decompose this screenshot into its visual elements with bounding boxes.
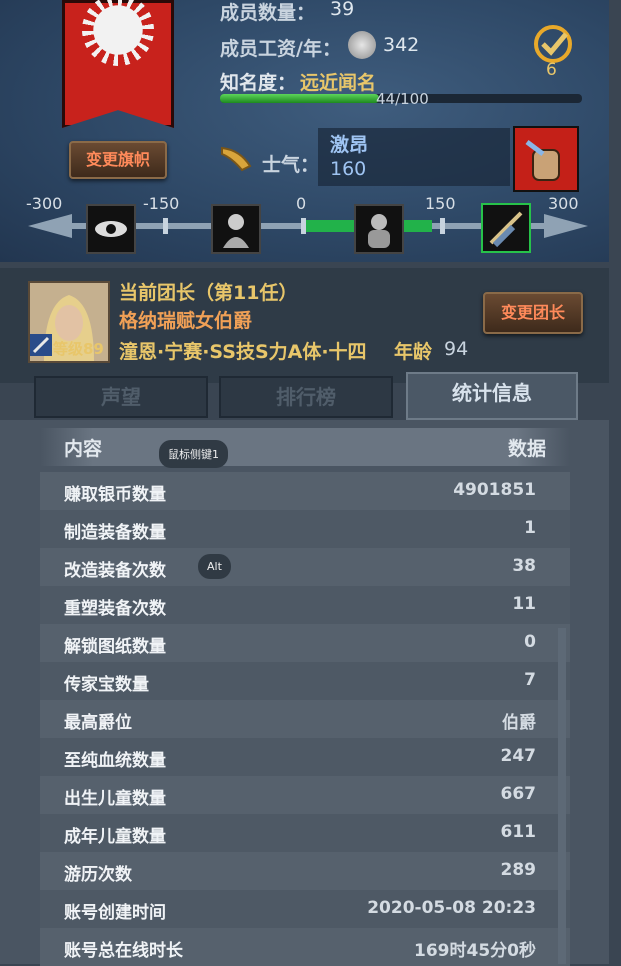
table-row: 赚取银币数量 4901851 <box>40 472 570 510</box>
guild-banner <box>62 0 174 128</box>
leader-name: 格纳瑞赋女伯爵 <box>119 310 253 332</box>
row-label: 重塑装备次数 <box>64 599 166 619</box>
row-label: 赚取银币数量 <box>64 485 166 505</box>
row-label: 解锁图纸数量 <box>64 637 166 657</box>
row-label: 最高爵位 <box>64 713 132 733</box>
sword-level-icon <box>30 334 52 356</box>
row-label: 账号总在线时长 <box>64 941 183 961</box>
row-label: 改造装备次数 <box>64 561 166 581</box>
row-value: 611 <box>500 822 537 842</box>
scale-tick <box>163 218 168 234</box>
table-header: 内容 数据 <box>40 428 570 466</box>
members-label: 成员数量： <box>220 2 316 24</box>
row-value: 2020-05-08 20:23 <box>367 898 536 918</box>
eye-morale-icon[interactable] <box>86 204 136 254</box>
badge-count: 6 <box>546 60 557 80</box>
row-value: 1 <box>524 518 536 538</box>
tab-leaderboard[interactable]: 排行榜 <box>219 376 393 418</box>
change-banner-button[interactable]: 变更旗帜 <box>69 141 167 179</box>
horn-icon <box>220 144 254 172</box>
fame-value: 远近闻名 <box>300 72 377 94</box>
tab-reputation[interactable]: 声望 <box>34 376 208 418</box>
leader-traits: 潼恩·宁赛·SS技S力A体·十四 <box>119 341 367 363</box>
table-row: 传家宝数量 7 <box>40 662 570 700</box>
row-value: 7 <box>524 670 536 690</box>
column-content: 内容 <box>64 438 103 460</box>
fame-progress-text: 44/100 <box>376 90 429 108</box>
leader-title: 当前团长（第11任） <box>119 282 298 304</box>
row-label: 成年儿童数量 <box>64 827 166 847</box>
mouse-side-key-hint: 鼠标侧键1 <box>159 440 228 468</box>
alt-key-hint: Alt <box>198 554 231 579</box>
column-data: 数据 <box>507 438 546 460</box>
inspired-morale-icon[interactable] <box>481 203 531 253</box>
morale-label: 士气： <box>262 154 320 176</box>
row-label: 制造装备数量 <box>64 523 166 543</box>
row-value: 169时45分0秒 <box>414 941 536 961</box>
row-value: 247 <box>500 746 537 766</box>
silver-coin-icon <box>348 31 376 59</box>
row-value: 0 <box>524 632 536 652</box>
row-label: 至纯血统数量 <box>64 751 166 771</box>
row-label: 传家宝数量 <box>64 675 149 695</box>
leader-level: 等级89 <box>53 340 104 358</box>
morale-word: 激昂 <box>330 134 369 156</box>
table-row: 账号总在线时长 169时45分0秒 <box>40 928 570 966</box>
calm-morale-icon[interactable] <box>354 204 404 254</box>
row-value: 38 <box>512 556 536 576</box>
scale-tick <box>301 218 306 234</box>
table-scrollbar[interactable] <box>558 628 566 964</box>
table-row: 成年儿童数量 611 <box>40 814 570 852</box>
table-row: 最高爵位 伯爵 <box>40 700 570 738</box>
row-value: 伯爵 <box>502 713 536 733</box>
row-value: 4901851 <box>453 480 536 500</box>
table-row: 重塑装备次数 11 <box>40 586 570 624</box>
table-row: 制造装备数量 1 <box>40 510 570 548</box>
table-row: 游历次数 289 <box>40 852 570 890</box>
wage-value: 342 <box>383 34 420 56</box>
leader-age-value: 94 <box>444 338 469 360</box>
leader-age-label: 年龄 <box>394 341 433 363</box>
morale-value: 160 <box>330 158 367 180</box>
change-leader-button[interactable]: 变更团长 <box>483 292 583 334</box>
scale-tick <box>440 218 445 234</box>
scale-label: 150 <box>425 194 456 213</box>
row-value: 11 <box>512 594 536 614</box>
tab-statistics[interactable]: 统计信息 <box>406 372 578 420</box>
fame-progress-fill <box>220 94 380 103</box>
table-row: 出生儿童数量 667 <box>40 776 570 814</box>
barrel-skill-icon[interactable] <box>513 126 579 192</box>
scale-label: -300 <box>26 194 63 213</box>
row-value: 289 <box>500 860 537 880</box>
table-row: 至纯血统数量 247 <box>40 738 570 776</box>
row-value: 667 <box>500 784 537 804</box>
fame-label: 知名度： <box>220 72 297 94</box>
members-value: 39 <box>330 0 355 20</box>
wage-label: 成员工资/年： <box>220 38 341 60</box>
row-label: 出生儿童数量 <box>64 789 166 809</box>
table-row: 账号创建时间 2020-05-08 20:23 <box>40 890 570 928</box>
row-label: 游历次数 <box>64 865 132 885</box>
sun-emblem-icon <box>82 0 154 66</box>
scale-label: -150 <box>143 194 180 213</box>
scale-label: 0 <box>296 194 307 213</box>
table-row: 改造装备次数 38 <box>40 548 570 586</box>
table-row: 解锁图纸数量 0 <box>40 624 570 662</box>
scale-label: 300 <box>548 194 579 213</box>
row-label: 账号创建时间 <box>64 903 166 923</box>
despair-morale-icon[interactable] <box>211 204 261 254</box>
